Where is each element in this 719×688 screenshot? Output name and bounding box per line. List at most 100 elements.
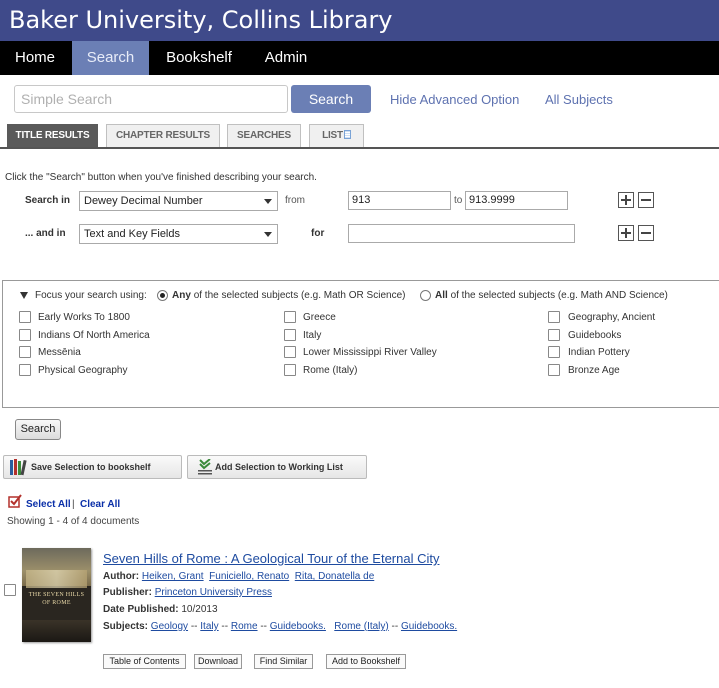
site-title: Baker University, Collins Library [9,6,393,34]
result-title-link[interactable]: Seven Hills of Rome : A Geological Tour … [103,551,439,566]
to-label: to [454,195,463,206]
to-field[interactable]: 913.9999 [465,191,568,210]
simple-search-input[interactable] [14,85,288,113]
nav-home[interactable]: Home [0,41,70,75]
add-to-bookshelf-button[interactable]: Add to Bookshelf [326,654,406,669]
result-authors: Author: Heiken, Grant Funiciello, Renato… [103,571,374,582]
list-add-icon [198,459,212,475]
hide-advanced-link[interactable]: Hide Advanced Option [390,92,519,107]
select-checkbox-icon[interactable] [8,494,22,508]
subject-link[interactable]: Guidebooks. [270,621,326,632]
any-radio[interactable] [157,290,168,301]
main-nav: Home Search Bookshelf Admin [0,41,719,75]
subject-label: Guidebooks [568,330,622,341]
subject-checkbox[interactable] [548,346,560,358]
subject-checkbox[interactable] [19,311,31,323]
search-in-label: Search in [25,195,71,206]
subjects-label: Subjects: [103,621,149,632]
download-button[interactable]: Download [194,654,242,669]
subject-link[interactable]: Italy [200,621,218,632]
publisher-label: Publisher: [103,587,152,598]
all-bold: All [435,290,448,301]
author-link[interactable]: Heiken, Grant [142,571,204,582]
subject-link[interactable]: Rome (Italy) [334,621,388,632]
subject-separator: -- [260,621,267,632]
advanced-search-button[interactable]: Search [15,419,61,440]
subject-link[interactable]: Guidebooks. [401,621,457,632]
for-field[interactable] [348,224,575,243]
nav-bookshelf[interactable]: Bookshelf [152,41,246,75]
all-radio[interactable] [420,290,431,301]
subject-separator: -- [221,621,229,632]
result-subjects: Subjects: Geology -- Italy -- Rome -- Gu… [103,621,457,632]
select-all-link[interactable]: Select All [26,499,71,510]
subject-label: Indians Of North America [38,330,150,341]
subject-label: Italy [303,330,322,341]
book-cover-image[interactable]: THE SEVEN HILLS OF ROME [22,548,91,642]
tab-searches[interactable]: SEARCHES [227,124,301,148]
find-similar-button[interactable]: Find Similar [254,654,313,669]
date-label: Date Published: [103,604,179,615]
tab-chapter-results[interactable]: CHAPTER RESULTS [106,124,220,148]
tab-list-label: LIST [322,130,343,141]
focus-label: Focus your search using: [35,290,147,301]
subject-separator: -- [190,621,198,632]
subject-checkbox[interactable] [548,311,560,323]
remove-row-icon[interactable] [638,192,654,208]
and-in-label: ... and in [25,228,66,239]
save-to-bookshelf-button[interactable]: Save Selection to bookshelf [3,455,182,479]
nav-search[interactable]: Search [72,41,149,75]
subject-label: Indian Pottery [568,347,630,358]
add-row-icon[interactable] [618,225,634,241]
subject-checkbox[interactable] [19,329,31,341]
remove-row-icon[interactable] [638,225,654,241]
subject-label: Lower Mississippi River Valley [303,347,437,358]
subject-link[interactable]: Rome [231,621,258,632]
subject-checkbox[interactable] [19,364,31,376]
books-icon [10,459,27,476]
subject-separator: -- [391,621,399,632]
list-icon [343,130,351,139]
result-date: Date Published: 10/2013 [103,604,218,615]
and-in-select[interactable]: Text and Key Fields [79,224,278,244]
clear-all-link[interactable]: Clear All [80,499,120,510]
subject-label: Physical Geography [38,365,128,376]
subject-label: Messēnia [38,347,81,358]
any-desc: of the selected subjects (e.g. Math OR S… [193,290,406,301]
subject-checkbox[interactable] [284,311,296,323]
nav-admin[interactable]: Admin [250,41,322,75]
cover-title: THE SEVEN HILLS OF ROME [28,592,85,606]
any-option-text: Any of the selected subjects (e.g. Math … [172,290,405,301]
subject-label: Rome (Italy) [303,365,358,376]
table-of-contents-button[interactable]: Table of Contents [103,654,186,669]
all-subjects-link[interactable]: All Subjects [545,92,613,107]
author-label: Author: [103,571,140,582]
results-count: Showing 1 - 4 of 4 documents [7,516,140,527]
simple-search-button[interactable]: Search [291,85,371,113]
add-row-icon[interactable] [618,192,634,208]
separator: | [72,499,75,510]
tab-title-results[interactable]: TITLE RESULTS [7,124,98,148]
save-to-bookshelf-label: Save Selection to bookshelf [31,462,151,472]
search-in-value: Dewey Decimal Number [84,195,203,207]
collapse-triangle-icon[interactable] [20,292,28,299]
result-checkbox[interactable] [4,584,16,596]
subject-checkbox[interactable] [284,346,296,358]
author-link[interactable]: Rita, Donatella de [295,571,375,582]
all-option-text: All of the selected subjects (e.g. Math … [435,290,668,301]
subject-link[interactable]: Geology [151,621,188,632]
subject-checkbox[interactable] [284,364,296,376]
author-link[interactable]: Funiciello, Renato [209,571,289,582]
search-in-select[interactable]: Dewey Decimal Number [79,191,278,211]
subject-checkbox[interactable] [19,346,31,358]
subject-checkbox[interactable] [284,329,296,341]
add-to-working-list-button[interactable]: Add Selection to Working List [187,455,367,479]
publisher-link[interactable]: Princeton University Press [155,587,272,598]
all-desc: of the selected subjects (e.g. Math AND … [450,290,668,301]
add-to-working-list-label: Add Selection to Working List [215,462,343,472]
from-field[interactable]: 913 [348,191,451,210]
subject-label: Greece [303,312,336,323]
subject-checkbox[interactable] [548,364,560,376]
tab-list[interactable]: LIST [309,124,364,148]
subject-checkbox[interactable] [548,329,560,341]
